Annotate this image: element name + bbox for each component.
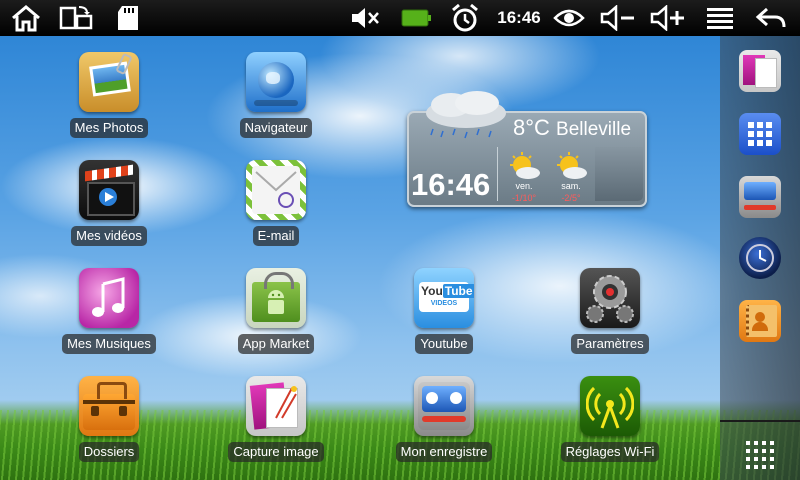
app-label: Dossiers [78,442,140,462]
app-reglages-wifi[interactable]: Réglages Wi-Fi [540,376,680,476]
video-icon [79,160,139,220]
side-dock [720,36,800,480]
youtube-logo-you: You [421,284,443,298]
weather-current: 8°C Belleville [513,115,631,141]
app-label: Paramètres [571,334,649,354]
eye-icon[interactable] [552,3,586,33]
sd-card-icon [114,3,142,33]
forecast-empty-slot [595,147,643,201]
app-email[interactable]: E-mail [206,160,346,260]
all-apps-icon[interactable] [739,436,781,478]
app-parametres[interactable]: Paramètres [540,268,680,368]
weather-widget[interactable]: 8°C Belleville 16:46 ven. -1/10° sam. -2… [407,91,647,207]
battery-icon [400,3,432,33]
weather-divider [497,147,498,201]
menu-icon[interactable] [704,3,736,33]
contacts-icon[interactable] [739,300,781,342]
forecast-day-temps: -1/10° [511,193,537,203]
app-app-market[interactable]: App Market [206,268,346,368]
app-label: Capture image [228,442,324,462]
app-mes-videos[interactable]: Mes vidéos [39,160,179,260]
folder-toolbox-icon [79,376,139,436]
app-label: Mes Photos [69,118,149,138]
globe-icon [246,52,306,112]
clock-app-icon[interactable] [739,237,781,279]
forecast-day-name: ven. [515,181,533,191]
photos-icon [79,52,139,112]
app-navigateur[interactable]: Navigateur [206,52,346,152]
youtube-icon: You Tube VIDEOS [414,268,474,328]
recorder-icon[interactable] [739,176,781,218]
screen-rotate-icon[interactable] [58,3,94,33]
status-bar: 16:46 [0,0,800,36]
app-label: Youtube [415,334,473,354]
back-icon[interactable] [754,3,788,33]
app-dossiers[interactable]: Dossiers [39,376,179,476]
forecast-day: sam. -2/5° [548,151,594,203]
volume-up-icon[interactable] [650,3,686,33]
settings-gear-icon [580,268,640,328]
app-youtube[interactable]: You Tube VIDEOS Youtube [374,268,514,368]
dock-divider [720,420,800,422]
app-mes-photos[interactable]: Mes Photos [39,52,179,152]
envelope-icon [246,160,306,220]
wifi-antenna-icon [580,376,640,436]
capture-image-icon[interactable] [739,50,781,92]
status-clock: 16:46 [497,8,541,27]
app-label: Réglages Wi-Fi [560,442,660,462]
alarm-icon [449,3,481,33]
weather-temperature: 8°C [513,115,550,140]
forecast-day-name: sam. [561,181,581,191]
app-label: Mon enregistre [395,442,493,462]
youtube-logo-tube: Tube [442,284,474,298]
recorder-icon [414,376,474,436]
cloud-rain-icon [426,91,506,139]
app-grid-icon[interactable] [739,113,781,155]
app-mon-enregistre[interactable]: Mon enregistre [374,376,514,476]
home-icon[interactable] [8,3,44,33]
sun-cloud-icon [510,152,540,179]
forecast-day: ven. -1/10° [501,151,547,203]
weather-city: Belleville [556,119,632,140]
app-label: Mes vidéos [71,226,147,246]
capture-image-icon [246,376,306,436]
sun-cloud-icon [557,152,587,179]
app-label: E-mail [252,226,300,246]
app-mes-musiques[interactable]: Mes Musiques [39,268,179,368]
app-capture-image[interactable]: Capture image [206,376,346,476]
weather-clock: 16:46 [411,167,491,202]
app-label: Mes Musiques [62,334,156,354]
mute-icon[interactable] [349,3,381,33]
music-note-icon [79,268,139,328]
app-label: Navigateur [239,118,313,138]
forecast-day-temps: -2/5° [561,193,581,203]
youtube-logo-sub: VIDEOS [430,300,458,307]
market-bag-icon [246,268,306,328]
volume-down-icon[interactable] [600,3,636,33]
app-label: App Market [237,334,315,354]
